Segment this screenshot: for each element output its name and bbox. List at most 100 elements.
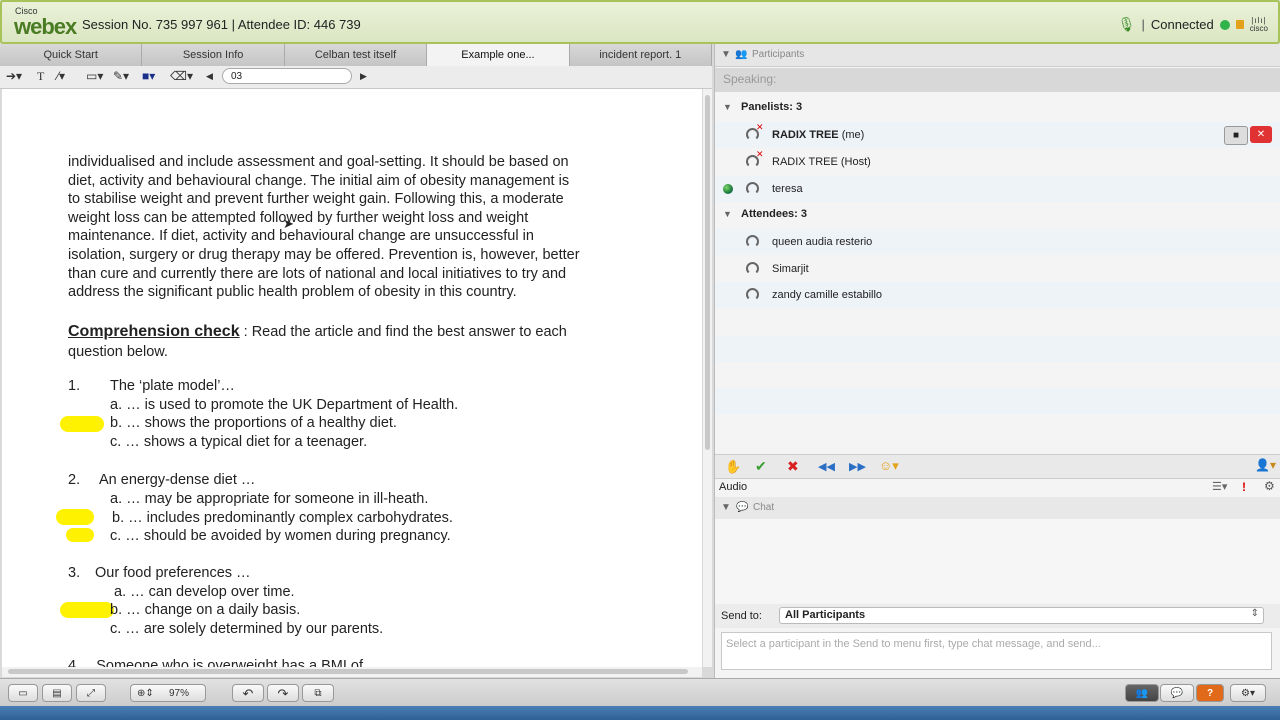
panelists-group[interactable]: ▼ Panelists: 3	[715, 94, 1280, 120]
gear-icon[interactable]: ⚙	[1264, 479, 1275, 493]
sync-display-button[interactable]: ⧉	[302, 684, 334, 702]
fullscreen-button[interactable]: ⤢	[76, 684, 106, 702]
headset-icon	[746, 182, 759, 195]
connection-status-text: Connected	[1150, 17, 1214, 32]
paragraph-line: individualised and include assessment an…	[68, 154, 569, 170]
cisco-brand-icon: |ılı| cisco	[1249, 15, 1268, 33]
next-page-icon[interactable]: ▶	[360, 71, 367, 82]
participant-row[interactable]: teresa	[715, 176, 1280, 202]
session-title-bar: Cisco webex Session No. 735 997 961 | At…	[0, 0, 1280, 44]
collapse-triangle-icon[interactable]: ▼	[723, 94, 732, 120]
participant-name: teresa	[772, 183, 803, 195]
chat-toggle-button[interactable]: 💬	[1160, 684, 1194, 702]
os-dock	[0, 706, 1280, 720]
participant-row[interactable]: queen audia resterio	[715, 229, 1280, 255]
answer-option: a. … can develop over time.	[114, 584, 295, 600]
rectangle-tool-icon[interactable]: ▭▾	[86, 69, 103, 83]
fast-forward-icon[interactable]: ▶▶	[849, 460, 866, 473]
zoom-icon: ⊕⇕	[137, 688, 154, 699]
answer-option: c. … shows a typical diet for a teenager…	[110, 434, 368, 450]
checkmark-icon[interactable]: ✔	[755, 458, 767, 475]
text-tool-icon[interactable]: T	[37, 69, 44, 84]
previous-page-icon[interactable]: ◀	[206, 71, 213, 82]
participant-row[interactable]: ✕ RADIX TREE (me) ■ ✕	[715, 122, 1280, 148]
paragraph-line: weight loss can be attempted followed by…	[68, 209, 529, 226]
rotate-right-button[interactable]: ↷	[267, 684, 299, 702]
question-number: 3.	[68, 565, 81, 581]
highlighter-tool-icon[interactable]: ✎▾	[113, 69, 129, 83]
microphone-icon[interactable]: 🎙	[1118, 16, 1136, 33]
video-camera-icon[interactable]: ■	[1224, 126, 1248, 145]
vertical-scroll-thumb[interactable]	[705, 95, 710, 450]
mute-microphone-icon[interactable]: ✕	[1250, 126, 1272, 143]
muted-icon: ✕	[756, 122, 764, 132]
rotate-left-button[interactable]: ↶	[232, 684, 264, 702]
mouse-cursor-icon: ➤	[283, 216, 294, 231]
chat-history[interactable]	[715, 519, 1280, 603]
page-number-field[interactable]: 03	[222, 68, 352, 84]
raise-hand-icon[interactable]: ✋	[725, 459, 741, 475]
answer-option: b. … change on a daily basis.	[110, 602, 301, 618]
x-mark-icon[interactable]: ✖	[787, 458, 799, 475]
question-number: 1.	[68, 378, 81, 394]
participants-panel: ▼ 👥 Participants Speaking: ▼ Panelists: …	[714, 44, 1280, 678]
highlight-mark	[56, 509, 94, 525]
webex-logo: webex	[14, 14, 77, 39]
tab-example-one[interactable]: Example one...	[427, 44, 570, 66]
send-to-select[interactable]: All Participants ⇕	[779, 607, 1264, 624]
participants-header[interactable]: ▼ 👥 Participants	[715, 44, 1280, 67]
chat-placeholder: Select a participant in the Send to menu…	[726, 638, 1101, 650]
line-tool-icon[interactable]: ⁄▾	[57, 69, 65, 83]
article-paragraph: individualised and include assessment an…	[68, 153, 580, 302]
help-button[interactable]: ?	[1196, 684, 1224, 702]
headset-icon	[746, 288, 759, 301]
collapse-triangle-icon[interactable]: ▼	[723, 201, 732, 227]
headset-icon	[746, 235, 759, 248]
attendees-label: Attendees: 3	[741, 208, 808, 220]
chat-header[interactable]: ▼ 💬 Chat	[715, 497, 1280, 519]
list-options-icon[interactable]: ☰▾	[1212, 480, 1227, 493]
zoom-control[interactable]: ⊕⇕ 97%	[130, 684, 206, 702]
tab-incident-report[interactable]: incident report. 1	[569, 44, 713, 66]
participant-name: RADIX TREE (Host)	[772, 156, 871, 168]
highlight-mark	[60, 416, 104, 432]
alert-icon[interactable]: !	[1242, 480, 1246, 494]
participant-row[interactable]: zandy camille estabillo	[715, 282, 1280, 308]
chat-title: Chat	[753, 502, 775, 513]
collapse-triangle-icon[interactable]: ▼	[721, 497, 731, 519]
panelists-label: Panelists: 3	[741, 101, 803, 113]
color-picker-icon[interactable]: ■▾	[142, 69, 155, 83]
settings-gear-button[interactable]: ⚙▾	[1230, 684, 1266, 702]
paragraph-line: address the significant public health pr…	[68, 284, 517, 301]
comprehension-instruction-line2: question below.	[68, 344, 168, 360]
rewind-icon[interactable]: ◀◀	[818, 460, 835, 473]
tab-celban-test[interactable]: Celban test itself	[284, 44, 428, 66]
thumbnail-view-button[interactable]: ▤	[42, 684, 72, 702]
collapse-triangle-icon[interactable]: ▼	[721, 44, 731, 66]
send-to-label: Send to:	[721, 610, 762, 622]
document-viewer[interactable]: individualised and include assessment an…	[2, 89, 702, 667]
globe-icon	[723, 184, 733, 194]
paragraph-line: diet, activity and behavioural change. T…	[68, 172, 570, 189]
participants-toggle-button[interactable]: 👥	[1125, 684, 1159, 702]
pointer-tool-icon[interactable]: ➔▾	[6, 69, 22, 83]
emoticon-icon[interactable]: ☺▾	[879, 458, 899, 474]
participants-icon: 👥	[735, 49, 748, 60]
tab-quick-start[interactable]: Quick Start	[0, 44, 143, 66]
attendees-group[interactable]: ▼ Attendees: 3	[715, 201, 1280, 227]
comprehension-colon: :	[243, 324, 248, 340]
chat-input[interactable]: Select a participant in the Send to menu…	[721, 632, 1272, 670]
audio-bar: Audio ☰▾ ! ⚙	[715, 478, 1280, 498]
participant-row[interactable]: Simarjit	[715, 256, 1280, 282]
answer-option: c. … are solely determined by our parent…	[110, 621, 384, 637]
participant-suffix: (me)	[841, 129, 865, 141]
eraser-tool-icon[interactable]: ⌫▾	[170, 69, 193, 83]
participant-row[interactable]: ✕ RADIX TREE (Host)	[715, 149, 1280, 175]
assign-privileges-icon[interactable]: 👤▾	[1255, 458, 1276, 472]
tab-session-info[interactable]: Session Info	[142, 44, 285, 66]
horizontal-scroll-thumb[interactable]	[8, 669, 688, 674]
participants-title: Participants	[752, 49, 805, 60]
single-view-button[interactable]: ▭	[8, 684, 38, 702]
audio-label: Audio	[719, 481, 748, 493]
question-partial: 4. Someone who is overweight has a BMI o…	[68, 658, 363, 667]
